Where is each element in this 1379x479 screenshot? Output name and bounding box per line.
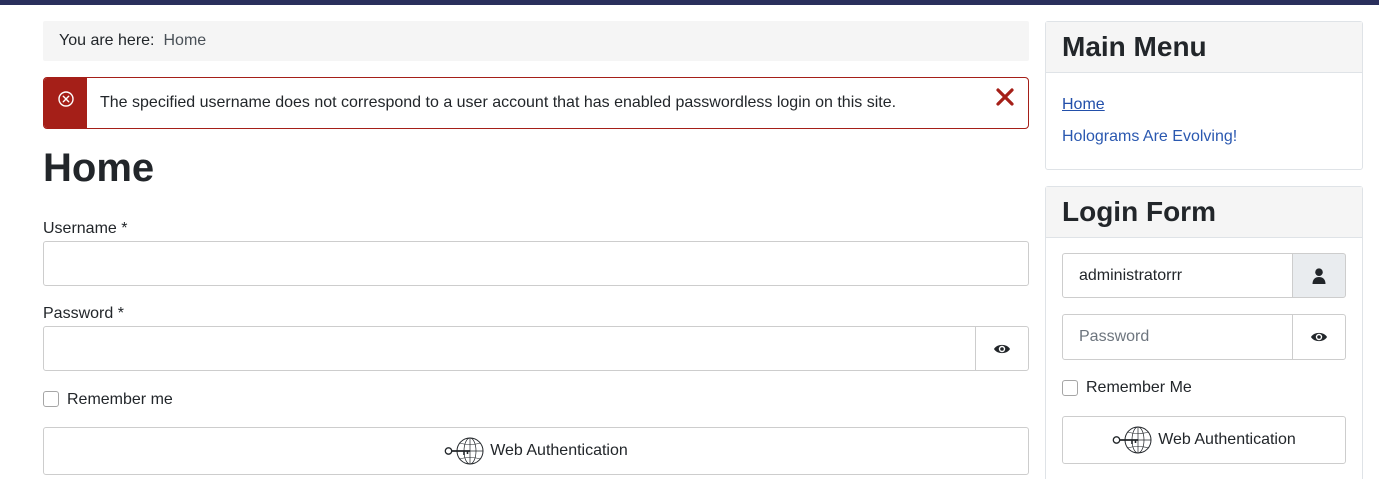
webauthn-key-icon (1112, 425, 1152, 455)
sidebar-remember-me-label: Remember Me (1086, 379, 1192, 396)
sidebar-remember-me-checkbox[interactable] (1062, 380, 1078, 396)
sidebar-username-addon (1292, 253, 1346, 298)
user-icon (1312, 267, 1326, 284)
remember-me-checkbox[interactable] (43, 391, 59, 407)
menu-item-home[interactable]: Home (1062, 96, 1105, 114)
error-circle-icon (57, 91, 74, 107)
eye-icon (994, 344, 1010, 353)
top-accent-bar (0, 0, 1379, 5)
alert-message: The specified username does not correspo… (100, 94, 897, 111)
sidebar-web-authentication-button[interactable]: Web Authentication (1062, 416, 1346, 464)
alert-close-button[interactable] (994, 86, 1016, 108)
eye-icon (1311, 332, 1327, 342)
page-title: Home (43, 146, 155, 190)
breadcrumb-prefix: You are here: (59, 32, 155, 49)
webauthn-key-icon (444, 436, 484, 466)
web-authentication-label: Web Authentication (490, 442, 628, 459)
username-input[interactable] (43, 241, 1029, 286)
username-label: Username * (43, 220, 128, 237)
alert-icon-box (44, 78, 87, 128)
main-menu-module: Main Menu Home Holograms Are Evolving! (1045, 21, 1363, 170)
web-authentication-button[interactable]: Web Authentication (43, 427, 1029, 475)
error-alert: The specified username does not correspo… (43, 77, 1029, 129)
sidebar-show-password-button[interactable] (1292, 314, 1346, 360)
main-menu-title: Main Menu (1046, 22, 1362, 73)
menu-item-holograms[interactable]: Holograms Are Evolving! (1062, 128, 1237, 146)
breadcrumb-item-home: Home (163, 32, 207, 49)
show-password-button[interactable] (975, 326, 1029, 371)
password-label: Password * (43, 305, 124, 322)
login-form-title: Login Form (1046, 187, 1362, 238)
sidebar-password-input[interactable] (1062, 314, 1294, 360)
sidebar-web-authentication-label: Web Authentication (1158, 431, 1296, 448)
password-input[interactable] (43, 326, 977, 371)
breadcrumb: You are here: Home (43, 21, 1029, 61)
sidebar-username-input[interactable] (1062, 253, 1294, 298)
remember-me-label: Remember me (67, 391, 173, 408)
close-icon (996, 88, 1014, 106)
